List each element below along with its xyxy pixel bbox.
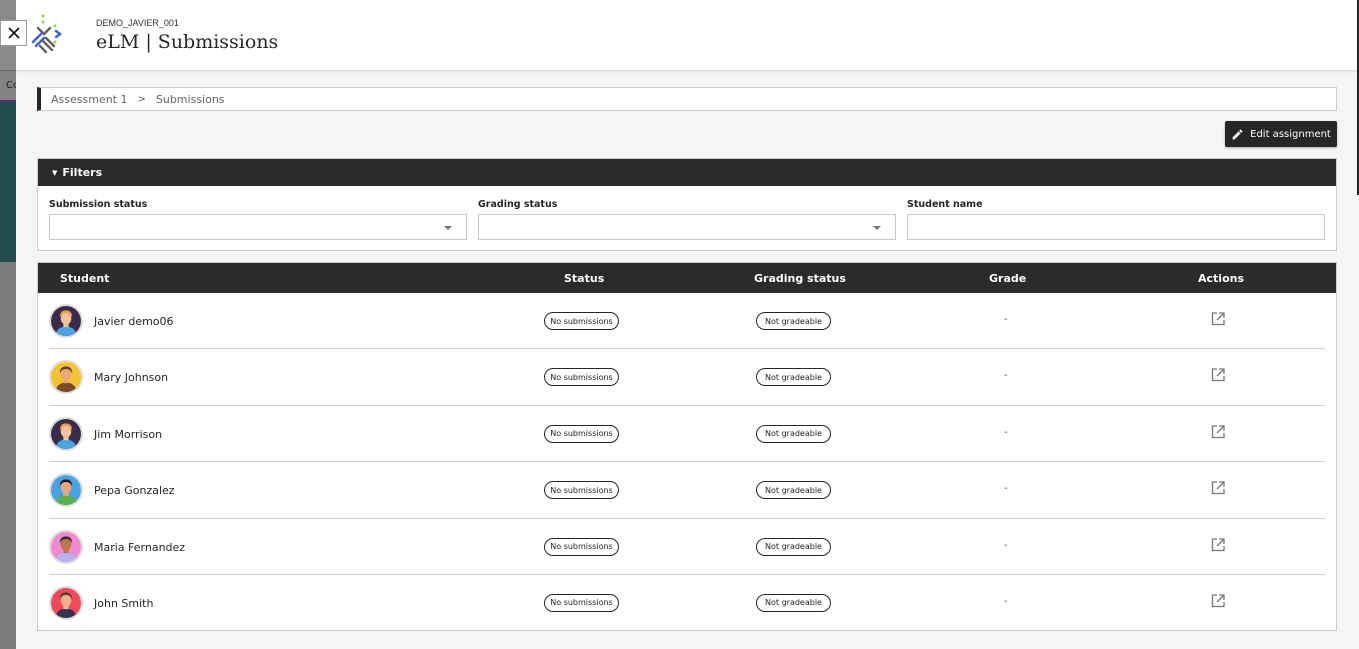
filters-toggle[interactable]: ▼ Filters [38, 159, 1336, 186]
student-avatar-icon [51, 587, 81, 618]
breadcrumb: Assessment 1 > Submissions [37, 87, 1337, 111]
grade-value: - [1004, 370, 1008, 382]
table-row: Pepa Gonzalez No submissions Not gradeab… [49, 462, 1325, 519]
submissions-panel: DEMO_JAVIER_001 eLM | Submissions Assess… [16, 0, 1359, 649]
open-external-icon[interactable] [1211, 368, 1225, 382]
grading-status-select[interactable] [478, 214, 896, 240]
submissions-table: Student Status Grading status Grade Acti… [37, 262, 1337, 631]
student-name-field: Student name [907, 199, 1325, 240]
grade-value: - [1004, 539, 1008, 551]
column-header-actions: Actions [1198, 272, 1244, 285]
grade-value: - [1004, 595, 1008, 607]
close-button[interactable] [0, 20, 27, 46]
elm-logo-icon [31, 14, 63, 54]
breadcrumb-item-assessment[interactable]: Assessment 1 [51, 93, 127, 106]
table-row: Jim Morrison No submissions Not gradeabl… [49, 406, 1325, 463]
filters-title: Filters [62, 166, 103, 179]
dropdown-arrow-icon [444, 226, 452, 230]
submission-status-badge: No submissions [544, 424, 619, 443]
grading-status-badge: Not gradeable [756, 312, 831, 330]
grade-value: - [1004, 483, 1008, 495]
student-name[interactable]: Javier demo06 [94, 315, 174, 328]
submission-status-badge: No submissions [544, 537, 619, 556]
background-tab-bar: Co [0, 70, 16, 100]
grading-status-badge: Not gradeable [756, 424, 831, 443]
student-name-input[interactable] [907, 214, 1325, 240]
table-header: Student Status Grading status Grade Acti… [38, 263, 1336, 293]
pencil-icon [1232, 129, 1243, 139]
breadcrumb-item-submissions: Submissions [155, 92, 225, 106]
avatar [49, 360, 83, 395]
table-row: Mary Johnson No submissions Not gradeabl… [49, 349, 1325, 406]
edit-assignment-button[interactable]: Edit assignment [1225, 121, 1337, 147]
table-row: Maria Fernandez No submissions Not grade… [49, 519, 1325, 575]
table-row: John Smith No submissions Not gradeable … [49, 575, 1325, 631]
open-external-icon[interactable] [1211, 594, 1225, 608]
open-external-icon[interactable] [1211, 312, 1225, 326]
submission-status-badge: No submissions [544, 593, 619, 612]
avatar [49, 473, 83, 508]
submission-status-label: Submission status [49, 199, 148, 210]
student-avatar-icon [51, 362, 81, 393]
avatar [49, 304, 83, 338]
open-external-icon[interactable] [1211, 537, 1225, 552]
avatar [49, 529, 83, 564]
dropdown-arrow-icon [873, 226, 881, 230]
student-avatar-icon [51, 531, 81, 562]
close-icon [7, 27, 20, 39]
student-avatar-icon [51, 418, 81, 449]
column-header-grading-status[interactable]: Grading status [754, 272, 846, 285]
edit-assignment-label: Edit assignment [1250, 128, 1331, 140]
student-name-label: Student name [907, 199, 983, 210]
grading-status-badge: Not gradeable [756, 537, 831, 556]
student-avatar-icon [51, 306, 81, 336]
background-content [0, 262, 16, 649]
submission-status-select[interactable] [49, 214, 467, 240]
table-body: Javier demo06 No submissions Not gradeab… [38, 293, 1336, 631]
grading-status-badge: Not gradeable [756, 593, 831, 612]
grading-status-field: Grading status [478, 199, 896, 240]
grade-value: - [1004, 426, 1008, 438]
grade-value: - [1004, 314, 1008, 325]
open-external-icon[interactable] [1211, 425, 1225, 439]
grading-status-label: Grading status [478, 199, 558, 210]
avatar [49, 416, 83, 451]
column-header-student[interactable]: Student [60, 272, 109, 285]
page-title: eLM | Submissions [96, 31, 279, 53]
course-code: DEMO_JAVIER_001 [96, 18, 179, 28]
submission-status-badge: No submissions [544, 481, 619, 500]
background-banner [0, 102, 16, 262]
submission-status-badge: No submissions [544, 368, 619, 387]
avatar [49, 585, 83, 620]
student-name[interactable]: Pepa Gonzalez [94, 484, 175, 497]
panel-header: DEMO_JAVIER_001 eLM | Submissions [16, 0, 1359, 195]
caret-down-icon: ▼ [52, 168, 58, 177]
student-name[interactable]: Mary Johnson [94, 371, 168, 384]
open-external-icon[interactable] [1211, 481, 1225, 495]
student-name[interactable]: Maria Fernandez [94, 541, 185, 554]
filters-section: ▼ Filters Submission status Grading stat… [37, 158, 1337, 251]
student-name[interactable]: John Smith [94, 597, 153, 610]
breadcrumb-separator-icon: > [137, 93, 146, 105]
submission-status-field: Submission status [49, 199, 467, 240]
submission-status-badge: No submissions [544, 312, 619, 330]
background-tab-text: Co [6, 80, 16, 91]
grading-status-badge: Not gradeable [756, 481, 831, 500]
background-page: Co [0, 0, 16, 649]
table-row: Javier demo06 No submissions Not gradeab… [49, 293, 1325, 350]
student-name[interactable]: Jim Morrison [94, 428, 162, 441]
student-avatar-icon [51, 475, 81, 506]
column-header-grade[interactable]: Grade [989, 272, 1026, 285]
column-header-status[interactable]: Status [564, 272, 604, 285]
grading-status-badge: Not gradeable [756, 368, 831, 387]
